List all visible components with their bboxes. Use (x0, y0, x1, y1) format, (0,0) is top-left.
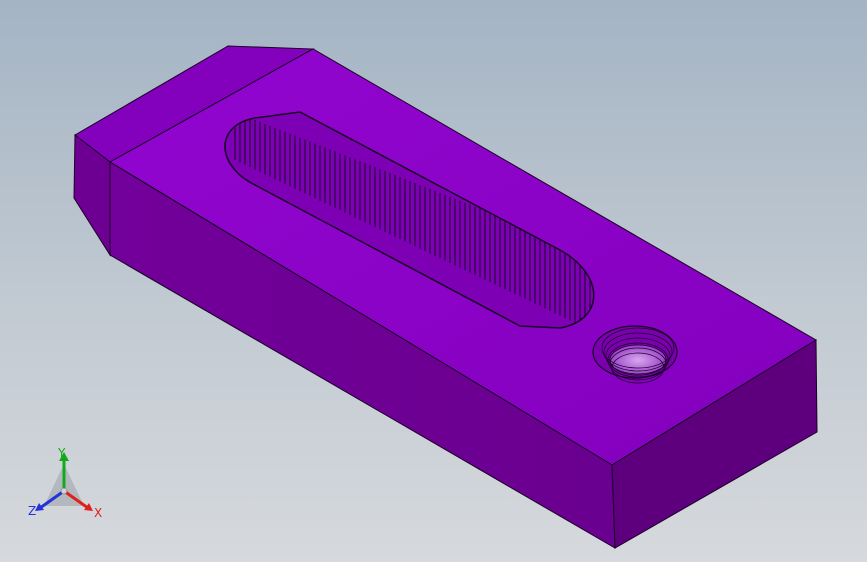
triad-origin (60, 487, 68, 495)
graphics-viewport[interactable]: Y X Z (0, 0, 867, 562)
x-axis-label: X (94, 506, 102, 520)
z-axis-label: Z (28, 504, 36, 518)
axis-triad[interactable]: Y X Z (22, 446, 106, 526)
3d-model[interactable] (0, 0, 867, 562)
y-axis-label: Y (57, 446, 66, 460)
